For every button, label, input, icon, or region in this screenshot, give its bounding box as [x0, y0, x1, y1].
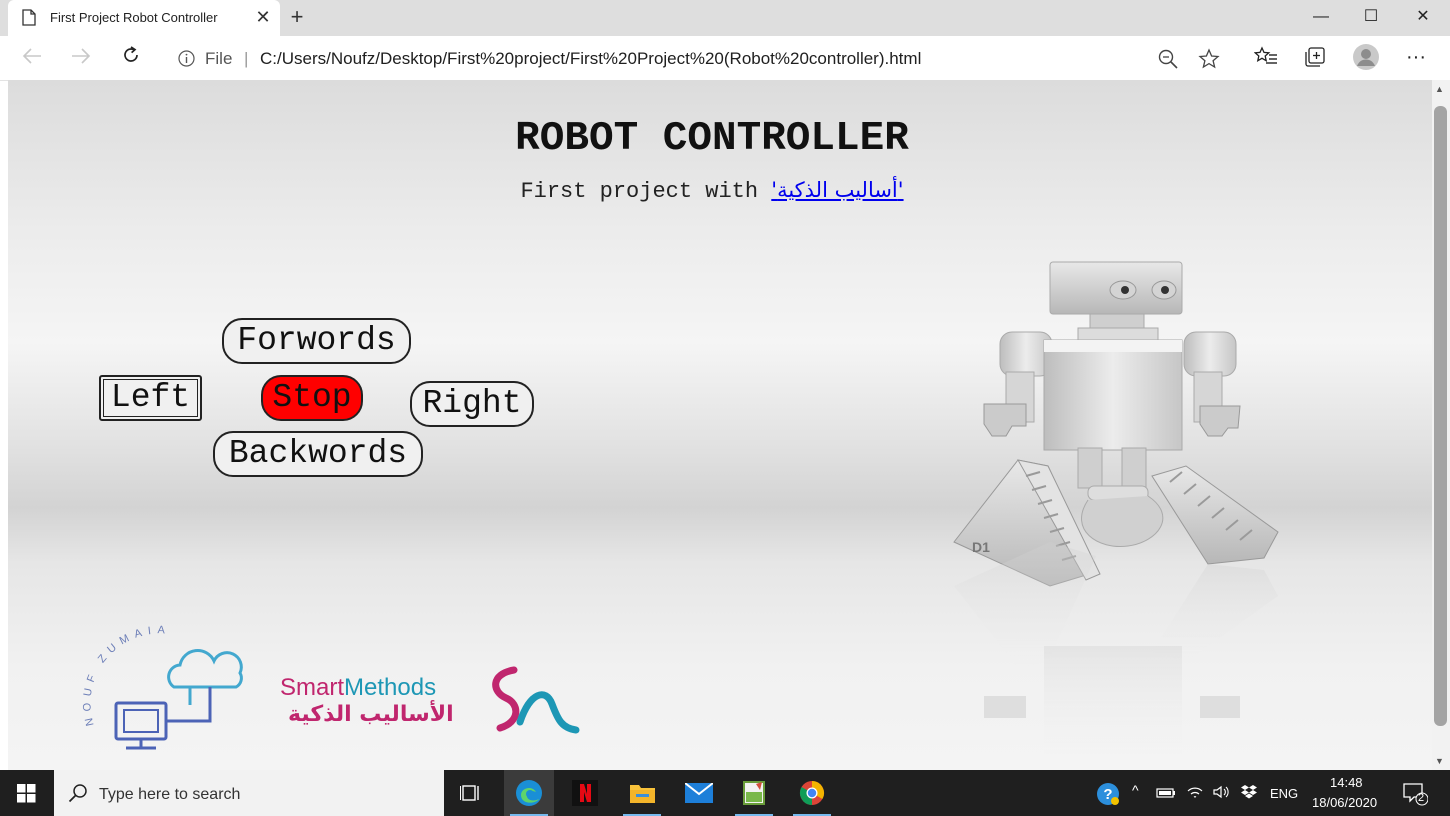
zoom-icon[interactable] [1157, 48, 1179, 70]
windows-taskbar: Type here to search ? ^ ENG 14:48 18/06/… [0, 770, 1450, 816]
smart-methods-wordmark: SmartMethods [280, 674, 437, 701]
search-placeholder: Type here to search [99, 786, 241, 803]
dropbox-icon[interactable] [1240, 784, 1258, 805]
scrollbar-thumb[interactable] [1434, 106, 1447, 726]
vertical-scrollbar[interactable]: ▲ ▼ [1432, 80, 1450, 770]
url-separator: | [244, 49, 249, 68]
smart-methods-logo: SmartMethods الأساليب الذكية [280, 660, 580, 740]
collections-icon[interactable] [1304, 46, 1330, 70]
notepad-icon[interactable] [729, 770, 779, 816]
right-button[interactable]: Right [410, 381, 534, 427]
browser-tab[interactable]: First Project Robot Controller ✕ [8, 0, 280, 36]
refresh-button[interactable] [116, 44, 146, 72]
netflix-icon[interactable] [560, 770, 610, 816]
left-button[interactable]: Left [99, 375, 202, 421]
volume-icon[interactable] [1212, 784, 1230, 805]
tab-title: First Project Robot Controller [50, 10, 218, 25]
smart-methods-swirl-icon [492, 666, 580, 734]
profile-avatar[interactable] [1352, 43, 1379, 70]
favorites-icon[interactable] [1253, 46, 1280, 70]
more-menu-button[interactable]: ··· [1406, 46, 1432, 70]
refresh-icon [124, 46, 138, 62]
robot-marking: D1 [972, 539, 990, 555]
backward-button[interactable]: Backwords [213, 431, 423, 477]
chevron-up-icon[interactable]: ^ [1132, 782, 1139, 798]
clock-date[interactable]: 18/06/2020 [1312, 795, 1377, 810]
robot-illustration: D1 [953, 261, 1279, 756]
chrome-icon[interactable] [787, 770, 837, 816]
windows-logo-icon [17, 784, 36, 803]
browser-toolbar: File | C:/Users/Noufz/Desktop/First%20pr… [0, 36, 1450, 81]
minimize-button[interactable]: — [1298, 4, 1344, 30]
taskbar-search-box[interactable]: Type here to search [54, 770, 444, 816]
subtitle-text: First project with [520, 179, 772, 204]
task-view-icon[interactable] [446, 770, 496, 816]
edge-icon[interactable] [504, 770, 554, 816]
scroll-up-icon[interactable]: ▲ [1435, 84, 1444, 94]
new-tab-button[interactable]: + [285, 4, 309, 30]
browser-tab-strip: First Project Robot Controller ✕ + — ☐ ✕ [0, 0, 1450, 36]
nouf-zumaia-logo: NOUF ZUMAIA [82, 624, 243, 750]
search-icon [68, 783, 88, 808]
page-viewport: ROBOT CONTROLLER First project with 'أسا… [8, 80, 1432, 770]
scroll-down-icon[interactable]: ▼ [1435, 756, 1444, 766]
wifi-icon[interactable] [1186, 784, 1204, 805]
page-subtitle: First project with 'أساليب الذكية' [8, 178, 1416, 204]
forward-arrow-icon [72, 48, 91, 64]
language-indicator[interactable]: ENG [1270, 786, 1298, 801]
smart-methods-arabic: الأساليب الذكية [288, 702, 454, 727]
close-window-button[interactable]: ✕ [1400, 4, 1446, 30]
favorite-star-icon[interactable] [1198, 48, 1220, 70]
start-button[interactable] [0, 770, 54, 816]
smart-methods-link[interactable]: 'أساليب الذكية' [771, 178, 903, 202]
help-icon[interactable]: ? [1096, 782, 1120, 811]
mail-icon[interactable] [674, 770, 724, 816]
forward-button[interactable]: Forwords [222, 318, 411, 364]
document-icon [22, 9, 36, 31]
url-scheme-label: File [205, 49, 233, 68]
file-explorer-icon[interactable] [617, 770, 667, 816]
system-tray: ? ^ ENG 14:48 18/06/2020 2 [1090, 770, 1450, 816]
info-icon[interactable] [178, 50, 195, 72]
page-title: ROBOT CONTROLLER [515, 116, 909, 162]
clock-time[interactable]: 14:48 [1330, 775, 1363, 790]
forward-button[interactable] [66, 44, 96, 72]
notification-count: 2 [1418, 792, 1425, 804]
address-bar[interactable]: File | C:/Users/Noufz/Desktop/First%20pr… [162, 41, 1234, 75]
stop-button[interactable]: Stop [261, 375, 363, 421]
back-button[interactable] [17, 44, 47, 72]
url-text[interactable]: C:/Users/Noufz/Desktop/First%20project/F… [260, 49, 921, 69]
tab-close-icon[interactable]: ✕ [252, 5, 274, 29]
maximize-button[interactable]: ☐ [1348, 4, 1394, 30]
battery-icon[interactable] [1156, 786, 1176, 804]
back-arrow-icon [22, 48, 41, 64]
notification-center-icon[interactable]: 2 [1402, 782, 1429, 811]
